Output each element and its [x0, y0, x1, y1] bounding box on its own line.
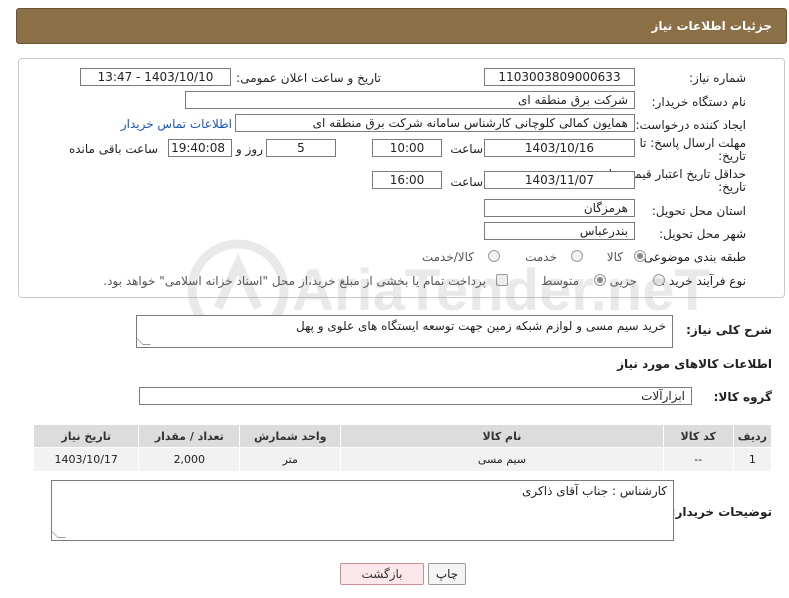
goods-section-title: اطلاعات کالاهای مورد نیاز	[617, 357, 772, 371]
col-header-item-code: کد کالا	[662, 424, 734, 448]
buyer-notes-text: کارشناس : جناب آقای ذاکری	[522, 484, 667, 498]
buyer-contact-link[interactable]: اطلاعات تماس خریدار	[121, 117, 232, 131]
reply-deadline-time-label: ساعت	[450, 142, 483, 156]
purchase-type-label: نوع فرآیند خرید :	[661, 274, 746, 288]
remaining-days-label: روز و	[236, 142, 263, 156]
description-label: شرح کلی نیاز:	[686, 323, 772, 337]
col-header-item-name: نام کالا	[340, 424, 664, 448]
category-label: طبقه بندی موضوعی:	[639, 250, 746, 264]
remaining-time-field[interactable]: 19:40:08	[168, 139, 232, 157]
purchase-type-radio-medium[interactable]	[594, 274, 606, 286]
col-header-row-number: ردیف	[732, 424, 773, 448]
remaining-days-field[interactable]: 5	[266, 139, 336, 157]
cell-item-code: --	[662, 447, 734, 472]
price-deadline-time-label: ساعت	[450, 175, 483, 189]
purchase-type-option-minor: جزیی	[609, 274, 637, 288]
page-title: جزئیات اطلاعات نیاز	[651, 19, 772, 33]
description-text: خرید سیم مسی و لوازم شبکه زمین جهت توسعه…	[296, 319, 666, 333]
reply-deadline-date-field[interactable]: 1403/10/16	[484, 139, 635, 157]
goods-table-header-row: ردیف کد کالا نام کالا واحد شمارش تعداد /…	[32, 424, 773, 448]
cell-row-number: 1	[732, 447, 773, 472]
purchase-type-radio-minor[interactable]	[653, 274, 665, 286]
city-label: شهر محل تحویل:	[659, 227, 746, 241]
price-deadline-date-field[interactable]: 1403/11/07	[484, 171, 635, 189]
category-option-goods: کالا	[606, 250, 623, 264]
goods-group-label: گروه کالا:	[713, 390, 772, 404]
category-radio-goods-service[interactable]	[488, 250, 500, 262]
buyer-notes-label: توضیحات خریدار:	[670, 505, 772, 519]
col-header-quantity: تعداد / مقدار	[138, 424, 241, 448]
resize-grip-icon	[52, 530, 66, 538]
price-deadline-time-field[interactable]: 16:00	[372, 171, 442, 189]
col-header-need-date: تاریخ نیاز	[32, 424, 140, 448]
province-label: استان محل تحویل:	[651, 204, 746, 218]
buyer-notes-field[interactable]: کارشناس : جناب آقای ذاکری	[51, 480, 674, 541]
category-option-goods-service: کالا/خدمت	[421, 250, 474, 264]
col-header-unit: واحد شمارش	[239, 424, 342, 448]
need-number-field[interactable]: 1103003809000633	[484, 68, 635, 86]
treasury-payment-note: پرداخت تمام یا بخشی از مبلغ خرید،از محل …	[103, 274, 486, 288]
treasury-payment-checkbox[interactable]	[496, 274, 508, 286]
cell-item-name: سیم مسی	[340, 447, 664, 472]
resize-grip-icon	[137, 337, 151, 345]
buyer-org-label: نام دستگاه خریدار:	[651, 95, 747, 109]
table-row: 1 -- سیم مسی متر 2,000 1403/10/17	[32, 447, 773, 472]
creator-label: ایجاد کننده درخواست:	[635, 118, 746, 132]
cell-unit: متر	[239, 447, 342, 472]
announce-datetime-label: تاریخ و ساعت اعلان عمومی:	[236, 71, 381, 85]
purchase-type-option-medium: متوسط	[541, 274, 579, 288]
goods-group-field[interactable]: ابزارآلات	[139, 387, 692, 405]
creator-field[interactable]: همایون کمالی کلوچانی کارشناس سامانه شرکت…	[235, 114, 635, 132]
category-option-service: خدمت	[525, 250, 557, 264]
cell-quantity: 2,000	[138, 447, 241, 472]
need-number-label: شماره نیاز:	[689, 71, 746, 85]
cell-need-date: 1403/10/17	[32, 447, 140, 472]
city-field[interactable]: بندرعباس	[484, 222, 635, 240]
reply-deadline-time-field[interactable]: 10:00	[372, 139, 442, 157]
page-header: جزئیات اطلاعات نیاز	[16, 8, 787, 44]
goods-table: ردیف کد کالا نام کالا واحد شمارش تعداد /…	[32, 424, 773, 472]
province-field[interactable]: هرمزگان	[484, 199, 635, 217]
category-radio-goods[interactable]	[634, 250, 646, 262]
announce-datetime-field[interactable]: 1403/10/10 - 13:47	[80, 68, 231, 86]
category-radio-service[interactable]	[571, 250, 583, 262]
reply-deadline-label-line2: تاریخ:	[718, 149, 746, 163]
print-button[interactable]: چاپ	[428, 563, 466, 585]
description-field[interactable]: خرید سیم مسی و لوازم شبکه زمین جهت توسعه…	[136, 315, 673, 348]
back-button[interactable]: بازگشت	[340, 563, 424, 585]
reply-deadline-label: مهلت ارسال پاسخ: تا تاریخ:	[639, 137, 746, 163]
buyer-org-field[interactable]: شرکت برق منطقه ای	[185, 91, 635, 109]
remaining-time-label: ساعت باقی مانده	[68, 142, 158, 156]
